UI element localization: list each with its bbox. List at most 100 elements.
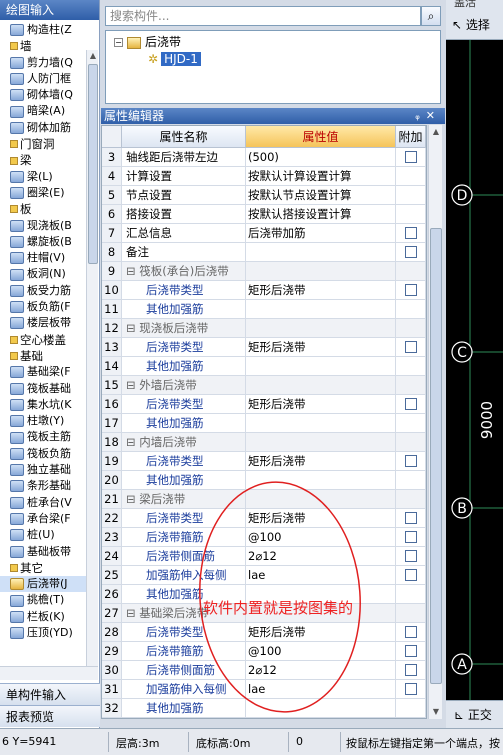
property-value[interactable]: [246, 471, 396, 490]
tree-item[interactable]: 筏板基础: [0, 381, 86, 397]
tree-category[interactable]: 梁: [0, 152, 86, 168]
tree-item[interactable]: 螺旋板(B: [0, 234, 86, 250]
property-row[interactable]: 13 后浇带类型 矩形后浇带: [102, 338, 426, 357]
tree-item[interactable]: 挑檐(T): [0, 592, 86, 608]
tree-item[interactable]: 承台梁(F: [0, 511, 86, 527]
property-name[interactable]: ⊟ 梁后浇带: [122, 490, 246, 509]
property-value[interactable]: [246, 319, 396, 338]
property-row[interactable]: 3 轴线距后浇带左边 (500): [102, 148, 426, 167]
tree-category[interactable]: 其它: [0, 560, 86, 576]
close-icon[interactable]: ✕: [426, 109, 441, 122]
tree-item[interactable]: 人防门框: [0, 71, 86, 87]
pin-icon[interactable]: ᵩ: [415, 109, 426, 122]
folder-icon[interactable]: [10, 205, 18, 214]
left-tree-hscrollbar[interactable]: [0, 666, 98, 680]
property-value[interactable]: 矩形后浇带: [246, 509, 396, 528]
tree-item[interactable]: 现浇板(B: [0, 218, 86, 234]
property-value[interactable]: [246, 357, 396, 376]
tree-item[interactable]: 筏板负筋: [0, 446, 86, 462]
property-row[interactable]: 7 汇总信息 后浇带加筋: [102, 224, 426, 243]
property-row[interactable]: 32 其他加强筋: [102, 699, 426, 718]
scroll-up-arrow-icon[interactable]: ▲: [87, 50, 99, 62]
property-row[interactable]: 19 后浇带类型 矩形后浇带: [102, 452, 426, 471]
collapse-icon[interactable]: ⊟: [126, 606, 139, 620]
additional-checkbox[interactable]: [404, 568, 417, 581]
collapse-icon[interactable]: ⊟: [126, 264, 139, 278]
tree-item[interactable]: 梁(L): [0, 169, 86, 185]
additional-checkbox[interactable]: [404, 511, 417, 524]
property-row[interactable]: 11 其他加强筋: [102, 300, 426, 319]
additional-checkbox[interactable]: [404, 625, 417, 638]
property-row[interactable]: 31 加强筋伸入每侧 lae: [102, 680, 426, 699]
property-name[interactable]: ⊟ 筏板(承台)后浇带: [122, 262, 246, 281]
collapse-icon[interactable]: ⊟: [126, 321, 139, 335]
scroll-up-arrow-icon[interactable]: ▲: [429, 125, 443, 139]
additional-checkbox[interactable]: [404, 397, 417, 410]
property-row[interactable]: 25 加强筋伸入每侧 lae: [102, 566, 426, 585]
header-additional[interactable]: 附加: [396, 126, 426, 148]
additional-checkbox[interactable]: [404, 245, 417, 258]
tree-item[interactable]: 构造柱(Z: [0, 22, 86, 38]
ortho-button[interactable]: ⊾ 正交: [454, 706, 492, 723]
folder-icon[interactable]: [10, 563, 18, 572]
property-row[interactable]: 24 后浇带侧面筋 2⌀12: [102, 547, 426, 566]
property-value[interactable]: [246, 376, 396, 395]
folder-icon[interactable]: [10, 156, 18, 165]
search-icon[interactable]: ⌕: [421, 6, 441, 26]
additional-checkbox[interactable]: [404, 663, 417, 676]
tree-category[interactable]: 墙: [0, 38, 86, 54]
property-value[interactable]: @100: [246, 642, 396, 661]
folder-icon[interactable]: [10, 140, 18, 149]
property-value[interactable]: lae: [246, 566, 396, 585]
property-row[interactable]: 16 后浇带类型 矩形后浇带: [102, 395, 426, 414]
property-row[interactable]: 8 备注: [102, 243, 426, 262]
tree-item[interactable]: 栏板(K): [0, 609, 86, 625]
tree-item[interactable]: 暗梁(A): [0, 103, 86, 119]
collapse-icon[interactable]: −: [114, 38, 123, 47]
property-value[interactable]: [246, 414, 396, 433]
folder-icon[interactable]: [10, 335, 18, 344]
scroll-down-arrow-icon[interactable]: ▼: [429, 705, 443, 719]
header-property-name[interactable]: 属性名称: [122, 126, 246, 148]
tree-item[interactable]: 基础板带: [0, 544, 86, 560]
property-value[interactable]: [246, 243, 396, 262]
property-row[interactable]: 10 后浇带类型 矩形后浇带: [102, 281, 426, 300]
property-value[interactable]: [246, 300, 396, 319]
tree-item[interactable]: 砌体加筋: [0, 120, 86, 136]
property-value[interactable]: 2⌀12: [246, 661, 396, 680]
collapse-icon[interactable]: ⊟: [126, 435, 139, 449]
tab-report-preview[interactable]: 报表预览: [0, 705, 100, 727]
collapse-icon[interactable]: ⊟: [126, 492, 139, 506]
additional-checkbox[interactable]: [404, 644, 417, 657]
property-value[interactable]: 按默认搭接设置计算: [246, 205, 396, 224]
property-value[interactable]: lae: [246, 680, 396, 699]
property-value[interactable]: 矩形后浇带: [246, 452, 396, 471]
property-name[interactable]: ⊟ 内墙后浇带: [122, 433, 246, 452]
property-row[interactable]: 21 ⊟ 梁后浇带: [102, 490, 426, 509]
tab-single-component-input[interactable]: 单构件输入: [0, 683, 100, 705]
property-row[interactable]: 4 计算设置 按默认计算设置计算: [102, 167, 426, 186]
folder-icon[interactable]: [10, 352, 18, 361]
property-row[interactable]: 28 后浇带类型 矩形后浇带: [102, 623, 426, 642]
tree-category[interactable]: 门窗洞: [0, 136, 86, 152]
property-row[interactable]: 23 后浇带箍筋 @100: [102, 528, 426, 547]
tree-category[interactable]: 空心楼盖: [0, 332, 86, 348]
header-property-value[interactable]: 属性值: [246, 126, 396, 148]
additional-checkbox[interactable]: [404, 682, 417, 695]
scroll-thumb[interactable]: [430, 228, 442, 684]
additional-checkbox[interactable]: [404, 549, 417, 562]
tree-item[interactable]: 板负筋(F: [0, 299, 86, 315]
property-row[interactable]: 15 ⊟ 外墙后浇带: [102, 376, 426, 395]
property-row[interactable]: 22 后浇带类型 矩形后浇带: [102, 509, 426, 528]
tree-item[interactable]: 砌体墙(Q: [0, 87, 86, 103]
search-input[interactable]: 搜索构件...: [105, 6, 421, 26]
property-value[interactable]: @100: [246, 528, 396, 547]
property-row[interactable]: 30 后浇带侧面筋 2⌀12: [102, 661, 426, 680]
tree-item[interactable]: 柱墩(Y): [0, 413, 86, 429]
left-tree-scrollbar[interactable]: ▲ ▼: [86, 50, 98, 680]
drawing-canvas[interactable]: 盖活 ↖ 选择 D C B A 9000 ⊾ 正交: [446, 0, 503, 728]
property-row[interactable]: 9 ⊟ 筏板(承台)后浇带: [102, 262, 426, 281]
property-value[interactable]: [246, 433, 396, 452]
tree-item[interactable]: 筏板主筋: [0, 429, 86, 445]
tree-item[interactable]: 集水坑(K: [0, 397, 86, 413]
